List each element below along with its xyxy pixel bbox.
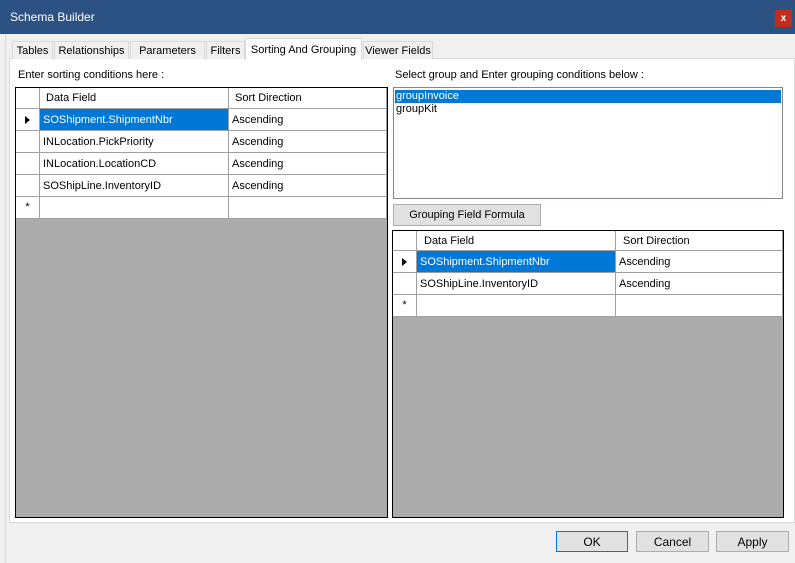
data-field-cell[interactable] (40, 197, 229, 219)
sorting-grid-header: Data Field Sort Direction (16, 88, 387, 109)
tab-relationships[interactable]: Relationships (54, 41, 129, 59)
new-row[interactable]: * (393, 295, 783, 317)
header-corner (16, 88, 40, 109)
sorting-grid[interactable]: Data Field Sort Direction SOShipment.Shi… (15, 87, 388, 518)
data-field-cell[interactable] (417, 295, 616, 317)
cancel-button[interactable]: Cancel (636, 531, 709, 552)
data-field-cell[interactable]: INLocation.PickPriority (40, 131, 229, 153)
grouping-grid-header: Data Field Sort Direction (393, 231, 783, 251)
tab-label: Tables (16, 44, 49, 57)
row-header[interactable] (393, 273, 417, 295)
column-header-data-field[interactable]: Data Field (40, 88, 229, 109)
new-row-icon: * (25, 201, 30, 213)
tab-label: Parameters (139, 44, 196, 57)
close-icon: x (780, 13, 787, 24)
column-header-sort-direction[interactable]: Sort Direction (616, 231, 783, 251)
row-header[interactable] (16, 175, 40, 197)
new-row[interactable]: * (16, 197, 387, 219)
tab-filters[interactable]: Filters (206, 41, 245, 59)
ok-button[interactable]: OK (556, 531, 628, 552)
table-row[interactable]: SOShipment.ShipmentNbr Ascending (16, 109, 387, 131)
group-item-kit[interactable]: groupKit (395, 103, 437, 116)
table-row[interactable]: INLocation.LocationCD Ascending (16, 153, 387, 175)
grouping-grid[interactable]: Data Field Sort Direction SOShipment.Shi… (392, 230, 784, 518)
sort-direction-cell[interactable]: Ascending (229, 109, 387, 131)
column-header-sort-direction[interactable]: Sort Direction (229, 88, 387, 109)
tab-tables[interactable]: Tables (12, 41, 53, 59)
new-row-icon: * (402, 299, 407, 311)
row-header[interactable] (16, 131, 40, 153)
sort-direction-cell[interactable]: Ascending (616, 251, 783, 273)
tab-parameters[interactable]: Parameters (130, 41, 205, 59)
grouping-label: Select group and Enter grouping conditio… (395, 69, 644, 81)
row-header[interactable] (16, 109, 40, 131)
sort-direction-cell[interactable]: Ascending (616, 273, 783, 295)
column-header-data-field[interactable]: Data Field (417, 231, 616, 251)
close-button[interactable]: x (775, 10, 792, 27)
tab-label: Sorting And Grouping (250, 43, 357, 56)
window-title: Schema Builder (10, 10, 95, 24)
row-header[interactable]: * (16, 197, 40, 219)
data-field-cell[interactable]: SOShipment.ShipmentNbr (40, 109, 229, 131)
row-header[interactable] (393, 251, 417, 273)
sort-direction-cell[interactable]: Ascending (229, 131, 387, 153)
group-listbox[interactable]: groupInvoice groupKit (393, 87, 783, 199)
sorting-label: Enter sorting conditions here : (18, 69, 165, 81)
table-row[interactable]: SOShipment.ShipmentNbr Ascending (393, 251, 783, 273)
table-row[interactable]: SOShipLine.InventoryID Ascending (393, 273, 783, 295)
header-corner (393, 231, 417, 251)
tab-label: Relationships (58, 44, 125, 57)
data-field-cell[interactable]: INLocation.LocationCD (40, 153, 229, 175)
title-bar: Schema Builder x (0, 0, 795, 34)
table-row[interactable]: INLocation.PickPriority Ascending (16, 131, 387, 153)
tab-viewer-fields[interactable]: Viewer Fields (363, 41, 433, 59)
group-item-invoice[interactable]: groupInvoice (395, 90, 781, 103)
tab-sorting-and-grouping[interactable]: Sorting And Grouping (245, 38, 362, 60)
tab-label: Viewer Fields (365, 44, 431, 57)
sort-direction-cell[interactable]: Ascending (229, 153, 387, 175)
apply-button[interactable]: Apply (716, 531, 789, 552)
row-header[interactable] (16, 153, 40, 175)
sort-direction-cell[interactable]: Ascending (229, 175, 387, 197)
sort-direction-cell[interactable] (616, 295, 783, 317)
data-field-cell[interactable]: SOShipLine.InventoryID (40, 175, 229, 197)
current-row-arrow-icon (25, 115, 30, 124)
table-row[interactable]: SOShipLine.InventoryID Ascending (16, 175, 387, 197)
data-field-cell[interactable]: SOShipLine.InventoryID (417, 273, 616, 295)
data-field-cell[interactable]: SOShipment.ShipmentNbr (417, 251, 616, 273)
grouping-field-formula-button[interactable]: Grouping Field Formula (393, 204, 541, 226)
row-header[interactable]: * (393, 295, 417, 317)
sort-direction-cell[interactable] (229, 197, 387, 219)
current-row-arrow-icon (402, 257, 407, 266)
tab-label: Filters (210, 44, 241, 57)
